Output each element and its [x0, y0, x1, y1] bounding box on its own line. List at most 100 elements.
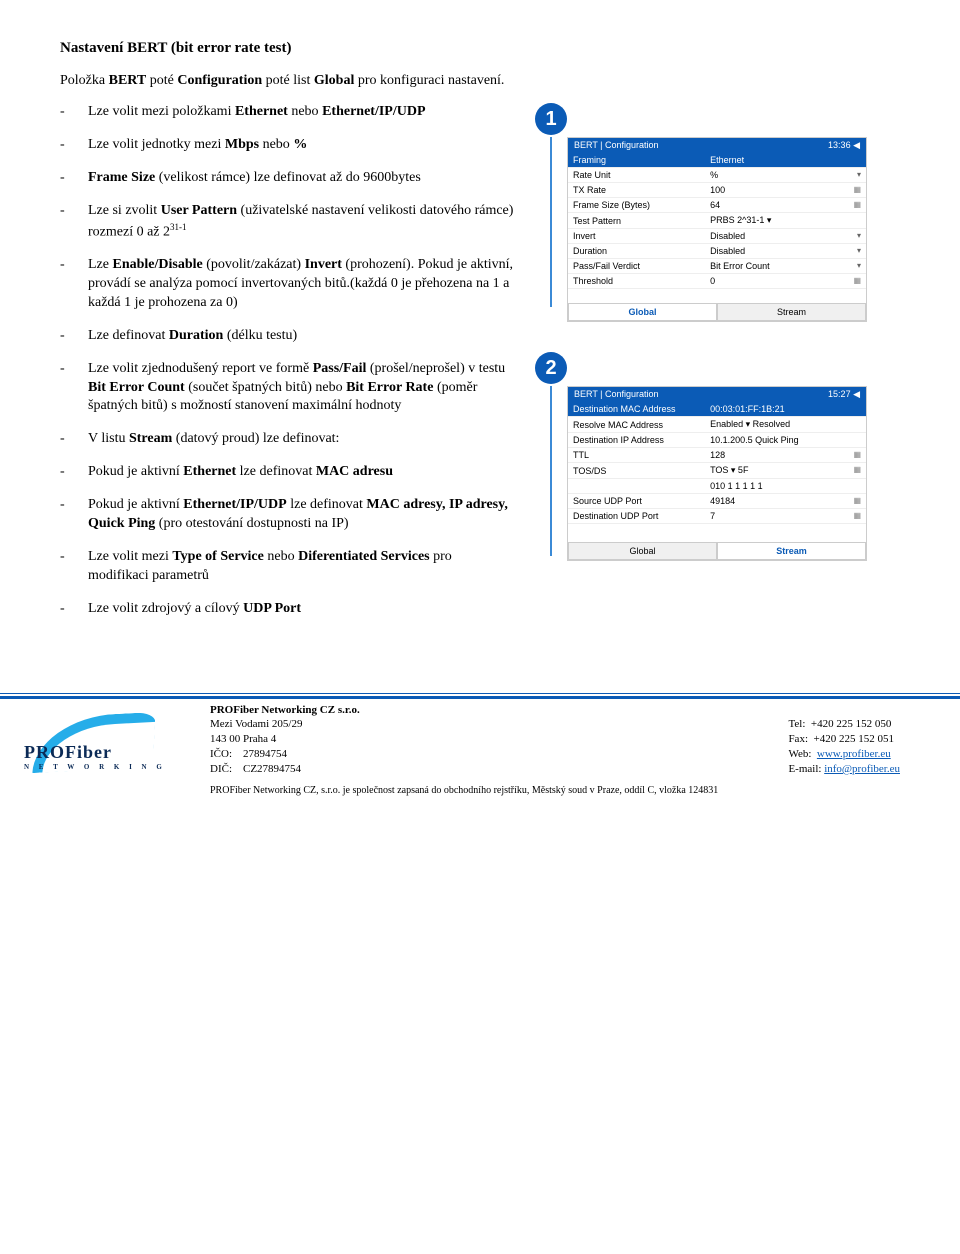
cell: Duration	[568, 244, 705, 259]
intro-paragraph: Položka BERT poté Configuration poté lis…	[60, 73, 900, 89]
table-row[interactable]: 010 1 1 1 1 1	[568, 479, 866, 494]
hdr-time: 15:27 ◀	[828, 389, 860, 400]
table-row[interactable]: TTL128▦	[568, 448, 866, 463]
table-row[interactable]: TOS/DSTOS ▾ 5F▦	[568, 463, 866, 479]
cell: Rate Unit	[568, 168, 705, 183]
lbl: Web:	[788, 748, 811, 760]
footer-address: PROFiber Networking CZ s.r.o. Mezi Vodam…	[210, 703, 360, 777]
table-row[interactable]: Source UDP Port49184▦	[568, 494, 866, 509]
t: Bit Error Rate	[346, 380, 433, 395]
cell: 7	[710, 511, 715, 521]
screenshot-1: BERT | Configuration 13:36 ◀ FramingEthe…	[567, 137, 867, 322]
table-row[interactable]: Pass/Fail VerdictBit Error Count▾	[568, 259, 866, 274]
table-row[interactable]: Threshold0▦	[568, 274, 866, 289]
cell: Destination MAC Address	[568, 402, 705, 417]
table-row[interactable]: TX Rate100▦	[568, 183, 866, 198]
page-title: Nastavení BERT (bit error rate test)	[60, 40, 900, 57]
table-row[interactable]: Resolve MAC AddressEnabled ▾ Resolved	[568, 417, 866, 433]
t: Pokud je aktivní	[88, 497, 183, 512]
val: CZ27894754	[243, 763, 301, 775]
list-item: -V listu Stream (datový proud) lze defin…	[60, 430, 515, 449]
intro-t4: pro konfiguraci nastavení.	[354, 73, 504, 88]
table-row[interactable]: Destination MAC Address00:03:01:FF:1B:21	[568, 402, 866, 417]
t: (datový proud) lze definovat:	[172, 431, 339, 446]
cell: 010 1 1 1 1 1	[705, 479, 866, 494]
t: (délku testu)	[223, 328, 297, 343]
intro-t3: poté list	[262, 73, 314, 88]
t: nebo	[264, 549, 298, 564]
t: nebo	[288, 104, 322, 119]
web-link[interactable]: www.profiber.eu	[817, 748, 891, 760]
t: Ethernet	[235, 104, 288, 119]
tab-stream[interactable]: Stream	[717, 303, 866, 321]
t: Lze si zvolit	[88, 203, 161, 218]
cell: Bit Error Count	[710, 261, 770, 271]
cell: %	[710, 170, 718, 180]
t: (velikost rámce) lze definovat až do 960…	[155, 170, 421, 185]
cell: Threshold	[568, 274, 705, 289]
callout-1: 1 BERT | Configuration 13:36 ◀ FramingEt…	[535, 103, 900, 322]
table-row[interactable]: FramingEthernet	[568, 153, 866, 168]
dropdown-icon[interactable]: ▾	[857, 246, 861, 255]
t: UDP Port	[243, 601, 301, 616]
t: (součet špatných bitů) nebo	[185, 380, 346, 395]
table-row[interactable]: InvertDisabled▾	[568, 229, 866, 244]
t: Stream	[129, 431, 172, 446]
t: Ethernet/IP/UDP	[322, 104, 425, 119]
t: nebo	[259, 137, 293, 152]
cell: Disabled	[710, 246, 745, 256]
screenshot-header: BERT | Configuration 13:36 ◀	[568, 138, 866, 153]
cell: Resolve MAC Address	[568, 417, 705, 433]
cell: Disabled	[710, 231, 745, 241]
cell: TX Rate	[568, 183, 705, 198]
logo-text: PROFiber N E T W O R K I N G	[24, 742, 166, 771]
t: lze definovat	[287, 497, 367, 512]
dropdown-icon[interactable]: ▾	[857, 261, 861, 270]
table-row[interactable]: Destination IP Address10.1.200.5 Quick P…	[568, 433, 866, 448]
t: Pass/Fail	[313, 361, 367, 376]
t: %	[293, 137, 307, 152]
val: +420 225 152 050	[811, 718, 891, 730]
cell: Ethernet	[705, 153, 866, 168]
mail-link[interactable]: info@profiber.eu	[824, 763, 900, 775]
table-row[interactable]: Test PatternPRBS 2^31-1 ▾	[568, 213, 866, 229]
cell: Destination UDP Port	[568, 509, 705, 524]
spinner-icon[interactable]: ▦	[853, 200, 861, 209]
config-table: Destination MAC Address00:03:01:FF:1B:21…	[568, 402, 866, 524]
table-row[interactable]: Frame Size (Bytes)64▦	[568, 198, 866, 213]
cell: 10.1.200.5 Quick Ping	[705, 433, 866, 448]
addr: Mezi Vodami 205/29	[210, 717, 360, 732]
spinner-icon[interactable]: ▦	[853, 185, 861, 194]
callout-number-1: 1	[535, 103, 567, 135]
val: 27894754	[243, 748, 287, 760]
t: Lze volit mezi	[88, 549, 172, 564]
t: Ethernet/IP/UDP	[183, 497, 286, 512]
tab-global[interactable]: Global	[568, 542, 717, 560]
table-row[interactable]: Duration Disabled ▾	[568, 244, 866, 259]
lbl: E-mail:	[788, 763, 821, 775]
cell: 00:03:01:FF:1B:21	[705, 402, 866, 417]
cell: TTL	[568, 448, 705, 463]
t: lze definovat	[236, 464, 316, 479]
list-item: -Lze si zvolit User Pattern (uživatelské…	[60, 202, 515, 242]
table-row[interactable]: Destination UDP Port 7 ▦	[568, 509, 866, 524]
logo-big: PROFiber	[24, 742, 112, 762]
dropdown-icon[interactable]: ▾	[857, 170, 861, 179]
table-row[interactable]: Rate Unit% ▾	[568, 168, 866, 183]
spinner-icon[interactable]: ▦	[853, 511, 861, 520]
dropdown-icon[interactable]: ▾	[857, 231, 861, 240]
t: Lze	[88, 257, 112, 272]
lbl: IČO:	[210, 748, 232, 760]
spinner-icon[interactable]: ▦	[853, 450, 861, 459]
spinner-icon[interactable]: ▦	[853, 496, 861, 505]
tab-global[interactable]: Global	[568, 303, 717, 321]
cell: PRBS 2^31-1 ▾	[705, 213, 866, 229]
bullet-list: -Lze volit mezi položkami Ethernet nebo …	[60, 103, 515, 619]
cell: Frame Size (Bytes)	[568, 198, 705, 213]
footer-contact: Tel: +420 225 152 050 Fax: +420 225 152 …	[788, 703, 900, 777]
list-item: -Lze volit jednotky mezi Mbps nebo %	[60, 136, 515, 155]
cell	[568, 479, 705, 494]
spinner-icon[interactable]: ▦	[853, 276, 861, 285]
spinner-icon[interactable]: ▦	[853, 465, 861, 474]
tab-stream[interactable]: Stream	[717, 542, 866, 560]
